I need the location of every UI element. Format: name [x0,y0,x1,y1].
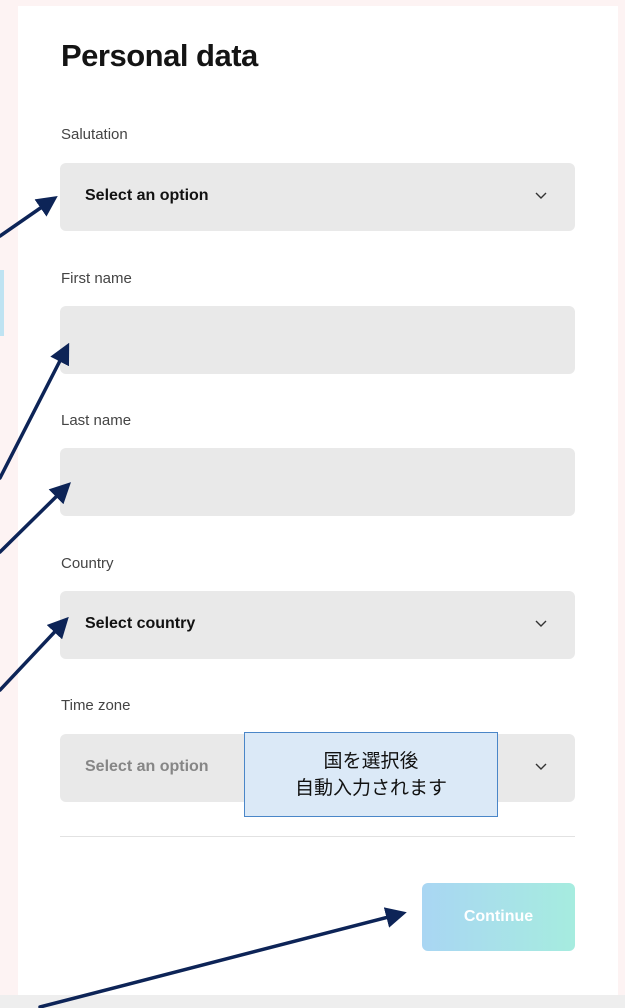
annotation-arrow [38,907,407,1008]
annotation-arrow [0,196,58,238]
annotation-arrows [0,196,407,1008]
annotation-arrow [0,482,71,554]
annotation-arrow [0,342,70,480]
annotation-arrow [0,616,69,692]
